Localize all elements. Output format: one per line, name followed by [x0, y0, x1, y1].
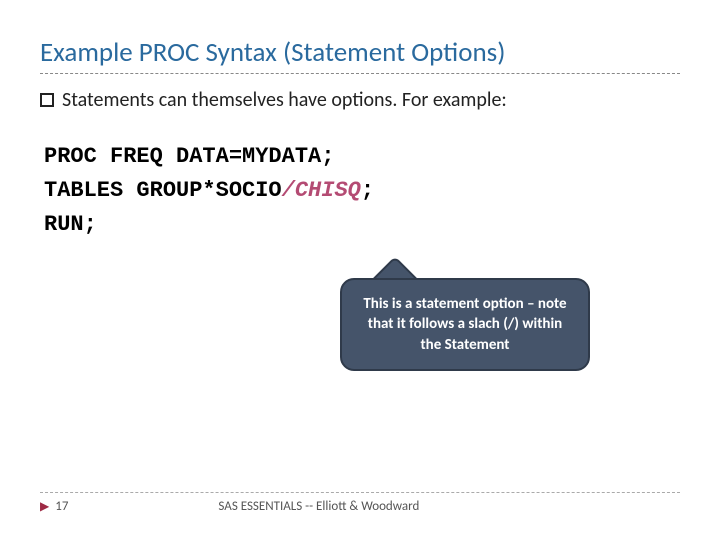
footer: ▶ 17 SAS ESSENTIALS -- Elliott & Woodwar…	[40, 492, 680, 514]
footer-divider	[40, 492, 680, 493]
code-option: /CHISQ	[282, 178, 361, 203]
code-line-1: PROC FREQ DATA=MYDATA;	[44, 140, 680, 174]
bullet-item: Statements can themselves have options. …	[40, 88, 680, 112]
arrow-right-icon: ▶	[40, 499, 49, 514]
callout-box: This is a statement option – note that i…	[340, 278, 590, 371]
slide-title: Example PROC Syntax (Statement Options)	[40, 36, 680, 69]
code-line-2-post: ;	[361, 178, 374, 203]
code-line-2: TABLES GROUP*SOCIO/CHISQ;	[44, 174, 680, 208]
footer-text: SAS ESSENTIALS -- Elliott & Woodward	[218, 499, 419, 514]
code-line-3: RUN;	[44, 208, 680, 242]
callout-text: This is a statement option – note that i…	[363, 295, 566, 354]
bullet-text: Statements can themselves have options. …	[62, 88, 507, 112]
square-bullet-icon	[40, 93, 54, 107]
code-line-2-pre: TABLES GROUP*SOCIO	[44, 178, 282, 203]
callout: This is a statement option – note that i…	[340, 278, 590, 371]
title-divider	[40, 73, 680, 74]
page-number: 17	[55, 499, 68, 514]
code-block: PROC FREQ DATA=MYDATA; TABLES GROUP*SOCI…	[44, 140, 680, 242]
